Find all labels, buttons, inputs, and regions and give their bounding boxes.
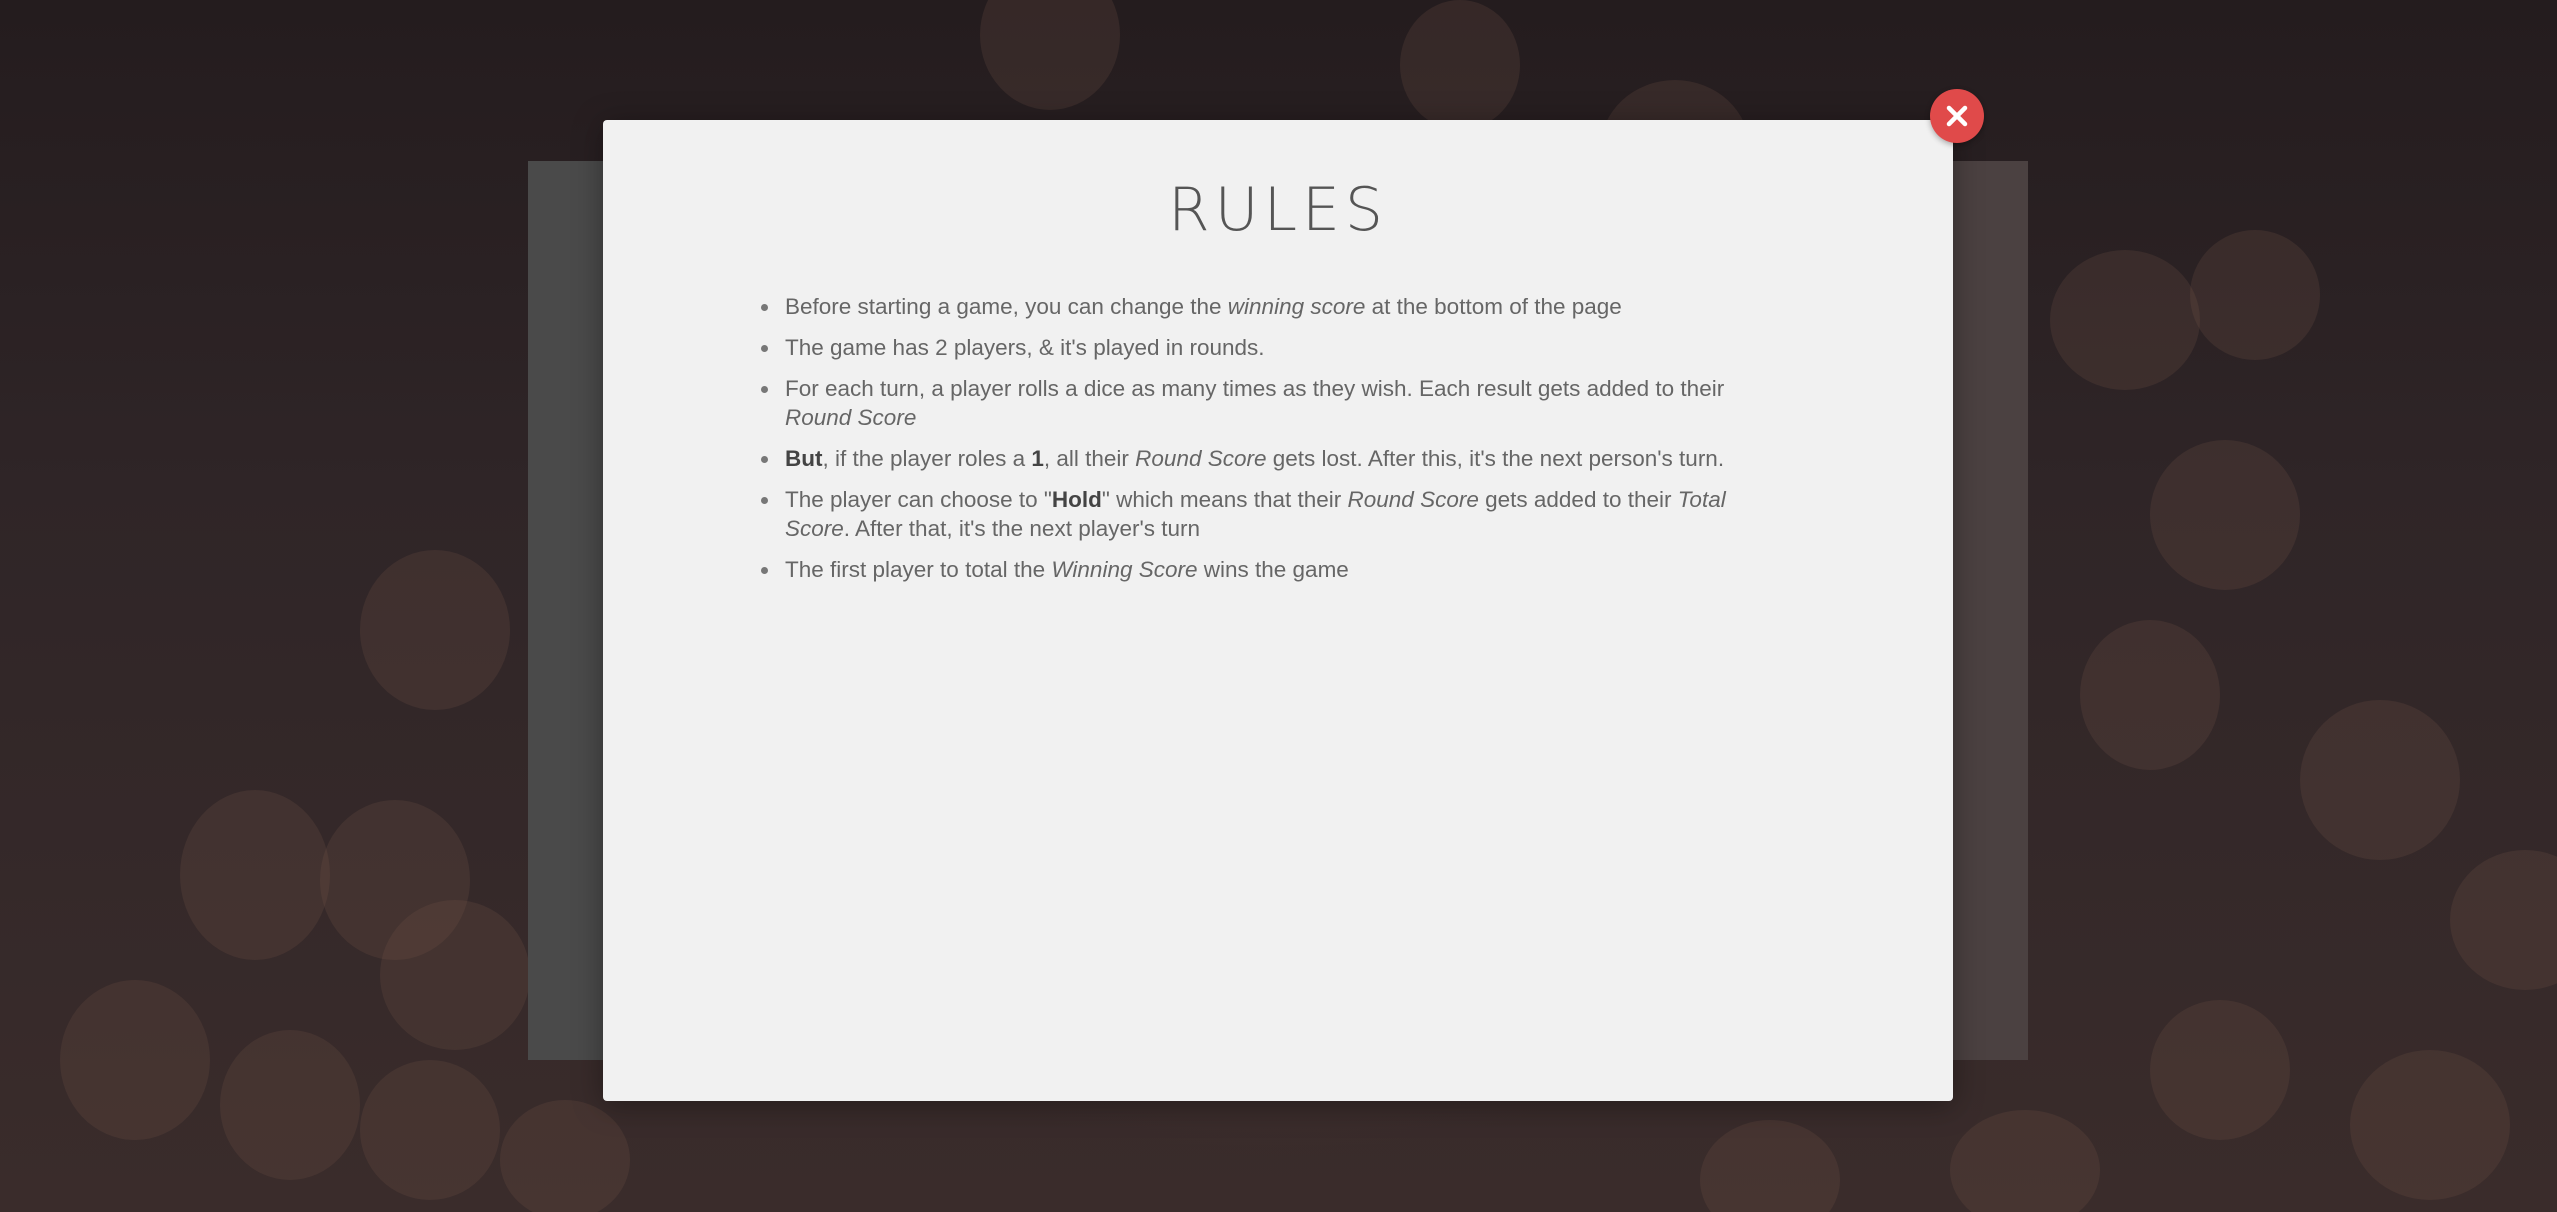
rule-item-winning-score: Before starting a game, you can change t… [761,292,1775,321]
rules-modal: RULES Before starting a game, you can ch… [603,120,1953,1101]
close-button[interactable] [1930,89,1984,143]
rule-item-winning: The first player to total the Winning Sc… [761,555,1775,584]
rule-item-players: The game has 2 players, & it's played in… [761,333,1775,362]
rule-item-rolling-one: But, if the player roles a 1, all their … [761,444,1775,473]
close-icon [1946,105,1968,127]
rule-item-hold: The player can choose to "Hold" which me… [761,485,1775,543]
rule-item-rolling: For each turn, a player rolls a dice as … [761,374,1775,432]
rules-list: Before starting a game, you can change t… [603,292,1775,584]
rules-title: RULES [1167,175,1389,245]
